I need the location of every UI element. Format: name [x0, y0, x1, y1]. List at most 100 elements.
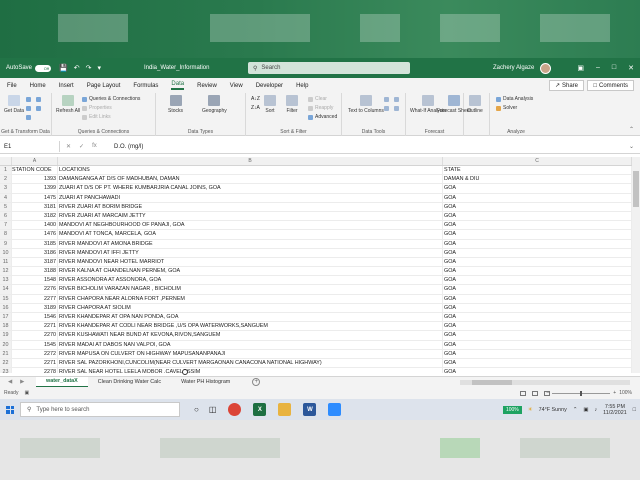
- geography-button[interactable]: Geography: [202, 95, 227, 114]
- table-row[interactable]: 21 2272 RIVER MAPUSA ON CULVERT ON HIGHWAY…: [0, 349, 632, 359]
- remove-duplicates-icon[interactable]: [394, 97, 399, 102]
- table-row[interactable]: 11 3187 RIVER MANDOVI NEAR HOTEL MARRIOT GO…: [0, 257, 632, 268]
- tab-formulas[interactable]: Formulas: [133, 83, 158, 89]
- tab-review[interactable]: Review: [197, 83, 217, 89]
- table-row[interactable]: 6 3182 RIVER ZUARI AT MARCAIM JETTY GOA: [0, 211, 632, 222]
- cell-state[interactable]: GOA: [443, 267, 632, 276]
- cell-location[interactable]: RIVER MADAI AT DABOS NAN VALPOI, GOA: [58, 340, 443, 349]
- cell-state[interactable]: GOA: [443, 331, 632, 340]
- cell-location[interactable]: RIVER SAL PAZORKHONI,CUNCOLIM(NEAR CULVE…: [58, 358, 443, 368]
- autosave-switch[interactable]: Off: [35, 64, 52, 72]
- cell-location[interactable]: ZUARI AT PANCHAWADI: [58, 193, 443, 202]
- tray-chevron-icon[interactable]: ⌃: [573, 407, 578, 413]
- recent-sources-icon[interactable]: [36, 106, 41, 111]
- cell-station-code[interactable]: 1545: [12, 340, 58, 349]
- row-number[interactable]: 19: [0, 331, 12, 340]
- cell-state[interactable]: DAMAN & DIU: [443, 175, 632, 184]
- row-number[interactable]: 16: [0, 303, 12, 312]
- task-view-icon[interactable]: ◫: [209, 405, 217, 414]
- zoom-icon[interactable]: [328, 403, 342, 416]
- cell-station-code[interactable]: 3189: [12, 303, 58, 312]
- horizontal-scrollbar[interactable]: [460, 380, 630, 385]
- row-number[interactable]: 13: [0, 276, 12, 285]
- row-number[interactable]: 2: [0, 175, 12, 184]
- reapply-button[interactable]: Reapply: [308, 105, 333, 111]
- row-number[interactable]: 9: [0, 239, 12, 248]
- table-row[interactable]: 23 2278 RIVER SAL NEAR HOTEL LEELA MOBOR ,…: [0, 368, 632, 373]
- cell-state[interactable]: GOA: [443, 294, 632, 303]
- file-explorer-icon[interactable]: [278, 403, 292, 416]
- minimize-icon[interactable]: –: [596, 64, 600, 72]
- table-row[interactable]: 10 3186 RIVER MANDOVI AT IFFI JETTY GOA: [0, 248, 632, 258]
- table-row[interactable]: 15 2277 RIVER CHAPORA NEAR ALORNA FORT ,PE…: [0, 294, 632, 304]
- row-number[interactable]: 6: [0, 211, 12, 221]
- sort-button[interactable]: Sort: [264, 95, 276, 114]
- solver-button[interactable]: Solver: [496, 105, 517, 111]
- tab-data[interactable]: Data: [171, 81, 185, 90]
- undo-icon[interactable]: ↶: [74, 64, 80, 72]
- expand-formula-icon[interactable]: ⌄: [629, 143, 634, 150]
- formula-input[interactable]: D.O. (mg/l): [110, 144, 143, 150]
- row-number[interactable]: 17: [0, 313, 12, 322]
- cell-station-code[interactable]: 3182: [12, 211, 58, 221]
- consolidate-icon[interactable]: [394, 106, 399, 111]
- row-number[interactable]: 12: [0, 267, 12, 276]
- cancel-icon[interactable]: ✕: [66, 143, 71, 150]
- cell-location[interactable]: RIVER MANDOVI NEAR HOTEL MARRIOT: [58, 257, 443, 267]
- cell-station-code[interactable]: 3185: [12, 239, 58, 248]
- cell-station-code[interactable]: 3187: [12, 257, 58, 267]
- tab-page-layout[interactable]: Page Layout: [87, 83, 121, 89]
- table-row[interactable]: 2 1393 DAMANGANGA AT D/S OF MADHUBAN, DAMA…: [0, 175, 632, 185]
- cell-station-code[interactable]: 2276: [12, 285, 58, 294]
- cell-station-code-header[interactable]: STATION CODE: [12, 166, 58, 175]
- cell-state[interactable]: GOA: [443, 322, 632, 331]
- sheet-tab-clean-drinking-water-calc[interactable]: Clean Drinking Water Calc: [88, 377, 171, 388]
- cell-station-code[interactable]: 1400: [12, 221, 58, 230]
- sheet-tab-water-ph-histogram[interactable]: Water PH Histogram: [171, 377, 240, 388]
- stocks-button[interactable]: Stocks: [168, 95, 183, 114]
- comments-button[interactable]: □ Comments: [587, 80, 634, 91]
- row-number[interactable]: 15: [0, 294, 12, 303]
- column-header-a[interactable]: A: [12, 157, 58, 165]
- customize-qat-icon[interactable]: ▾: [98, 64, 102, 72]
- get-data-button[interactable]: Get Data: [4, 95, 24, 114]
- cell-location[interactable]: RIVER BICHOLIM VARAZAN NAGAR , BICHOLIM: [58, 285, 443, 294]
- cell-location[interactable]: RIVER SAL NEAR HOTEL LEELA MOBOR ,CAVELO…: [58, 368, 443, 373]
- tab-view[interactable]: View: [230, 83, 243, 89]
- cell-station-code[interactable]: 2272: [12, 349, 58, 358]
- from-web-icon[interactable]: [36, 97, 41, 102]
- row-number[interactable]: 21: [0, 349, 12, 358]
- cell-state[interactable]: GOA: [443, 193, 632, 202]
- vertical-scrollbar[interactable]: [632, 157, 640, 373]
- column-header-b[interactable]: B: [58, 157, 443, 165]
- cell-location[interactable]: DAMANGANGA AT D/S OF MADHUBAN, DAMAN: [58, 175, 443, 184]
- cell-location[interactable]: RIVER ZUARI AT BORIM BRIDGE: [58, 202, 443, 211]
- table-row[interactable]: 18 2271 RIVER KHANDEPAR AT CODLI NEAR BRID…: [0, 322, 632, 332]
- cell-location[interactable]: RIVER KUSHAWATI NEAR BUND AT KEVONA,RIVO…: [58, 331, 443, 340]
- cell-station-code[interactable]: 3181: [12, 202, 58, 211]
- table-row[interactable]: 14 2276 RIVER BICHOLIM VARAZAN NAGAR , BIC…: [0, 285, 632, 295]
- cell-station-code[interactable]: 1548: [12, 276, 58, 285]
- sheet-tab-water-datax[interactable]: water_dataX: [36, 376, 88, 388]
- cell-station-code[interactable]: 2277: [12, 294, 58, 303]
- cell-location[interactable]: RIVER ZUARI AT MARCAIM JETTY: [58, 211, 443, 221]
- cell-location[interactable]: RIVER ASSONORA AT ASSONORA, GOA: [58, 276, 443, 285]
- row-number[interactable]: 22: [0, 358, 12, 368]
- cell-station-code[interactable]: 3186: [12, 248, 58, 257]
- queries-connections-button[interactable]: Queries & Connections: [82, 96, 140, 102]
- refresh-all-button[interactable]: Refresh All: [56, 95, 80, 114]
- user-account[interactable]: Zachery Algaze: [493, 62, 552, 74]
- advanced-button[interactable]: Advanced: [308, 114, 337, 120]
- cell-station-code[interactable]: 1399: [12, 184, 58, 193]
- name-box[interactable]: E1: [0, 141, 60, 152]
- fx-icon[interactable]: fx: [92, 143, 97, 150]
- word-icon[interactable]: W: [303, 403, 317, 416]
- collapse-ribbon-icon[interactable]: ⌃: [629, 126, 634, 133]
- zoom-slider[interactable]: [552, 390, 611, 396]
- zoom-level[interactable]: 100%: [619, 390, 632, 396]
- hscroll-thumb[interactable]: [472, 380, 512, 385]
- flash-fill-icon[interactable]: [384, 97, 389, 102]
- sort-za-icon[interactable]: Z↓A: [251, 105, 260, 111]
- row-number[interactable]: 18: [0, 322, 12, 331]
- cell-state[interactable]: GOA: [443, 285, 632, 294]
